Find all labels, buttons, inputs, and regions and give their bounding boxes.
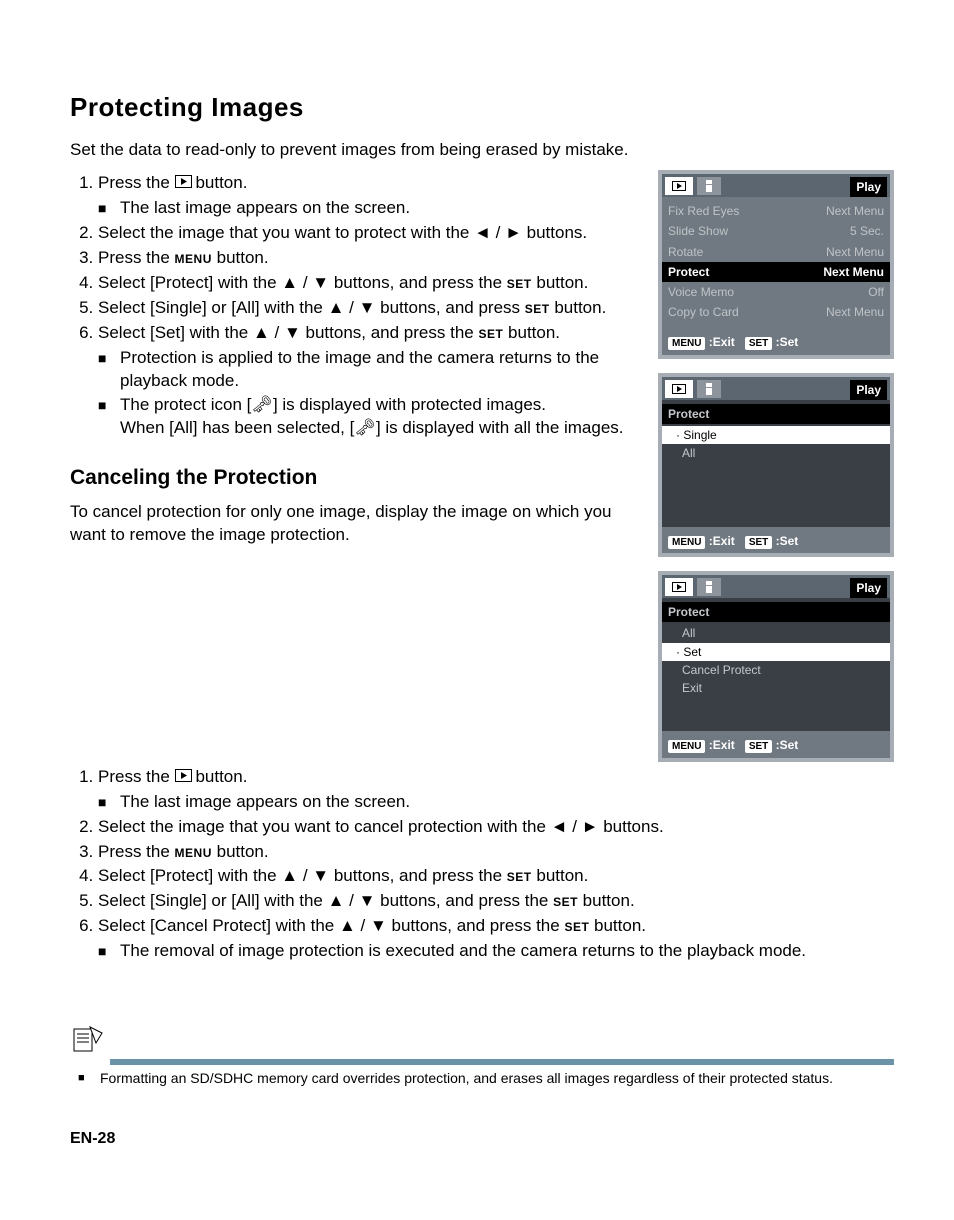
menu-label: MENU <box>175 252 212 266</box>
list-item: Press the button. The last image appears… <box>98 766 894 814</box>
set-label: SET <box>507 277 532 291</box>
list-item: The protect icon [🗝] is displayed with p… <box>120 394 634 440</box>
list-item: Select the image that you want to protec… <box>98 222 634 245</box>
submenu-header: Protect <box>662 404 890 424</box>
page-title: Protecting Images <box>70 90 894 125</box>
set-pill: SET <box>745 337 772 350</box>
list-item: Select [Single] or [All] with the ▲ / ▼ … <box>98 297 634 320</box>
list-item: Protection is applied to the image and t… <box>120 347 634 393</box>
page-number: EN-28 <box>70 1128 894 1150</box>
lock-icon: 🗝 <box>354 418 376 437</box>
playback-icon <box>175 175 196 191</box>
submenu-row-selected: · Single <box>662 426 890 444</box>
list-item: Select [Protect] with the ▲ / ▼ buttons,… <box>98 865 894 888</box>
tab-play-icon <box>665 380 693 398</box>
list-item: Select [Cancel Protect] with the ▲ / ▼ b… <box>98 915 894 963</box>
intro-text: Set the data to read-only to prevent ima… <box>70 139 894 162</box>
list-item: Press the MENU button. <box>98 247 634 270</box>
tab-play-icon <box>665 177 693 195</box>
camera-menu-protect-select: Play Protect · Single All MENU :Exit SET… <box>658 373 894 557</box>
tab-setup-icon <box>697 578 721 596</box>
submenu-row: All <box>668 444 884 462</box>
playback-icon <box>175 769 196 785</box>
tab-setup-icon <box>697 177 721 195</box>
list-item: Select [Single] or [All] with the ▲ / ▼ … <box>98 890 894 913</box>
tab-play-icon <box>665 578 693 596</box>
submenu-row-selected: · Set <box>662 643 890 661</box>
set-label: SET <box>478 327 503 341</box>
list-item: Press the button. The last image appears… <box>98 172 634 220</box>
submenu-row: Exit <box>668 679 884 697</box>
set-label: SET <box>525 302 550 316</box>
submenu-row: Cancel Protect <box>668 661 884 679</box>
menu-pill: MENU <box>668 337 705 350</box>
submenu-header: Protect <box>662 602 890 622</box>
submenu-row: All <box>668 624 884 642</box>
list-item: The last image appears on the screen. <box>120 791 894 814</box>
list-item: Select [Protect] with the ▲ / ▼ buttons,… <box>98 272 634 295</box>
lock-icon: 🗝 <box>251 395 273 414</box>
set-label: SET <box>507 870 532 884</box>
camera-menu-protect-action: Play Protect All · Set Cancel Protect Ex… <box>658 571 894 762</box>
tab-title: Play <box>850 177 887 197</box>
set-label: SET <box>564 920 589 934</box>
cancel-section-title: Canceling the Protection <box>70 464 634 492</box>
steps-protect: Press the button. The last image appears… <box>70 172 634 440</box>
menu-label: MENU <box>175 846 212 860</box>
note-divider <box>110 1059 894 1065</box>
note-icon <box>70 1023 104 1057</box>
list-item: The removal of image protection is execu… <box>120 940 894 963</box>
camera-menu-play: Play Fix Red EyesNext Menu Slide Show5 S… <box>658 170 894 359</box>
list-item: Select [Set] with the ▲ / ▼ buttons, and… <box>98 322 634 441</box>
list-item: The last image appears on the screen. <box>120 197 634 220</box>
tab-title: Play <box>850 578 887 598</box>
tab-setup-icon <box>697 380 721 398</box>
steps-cancel: Press the button. The last image appears… <box>70 766 894 964</box>
list-item: Press the MENU button. <box>98 841 894 864</box>
cancel-intro: To cancel protection for only one image,… <box>70 501 634 547</box>
tab-title: Play <box>850 380 887 400</box>
set-label: SET <box>553 895 578 909</box>
list-item: Select the image that you want to cancel… <box>98 816 894 839</box>
note-text: Formatting an SD/SDHC memory card overri… <box>100 1069 894 1088</box>
